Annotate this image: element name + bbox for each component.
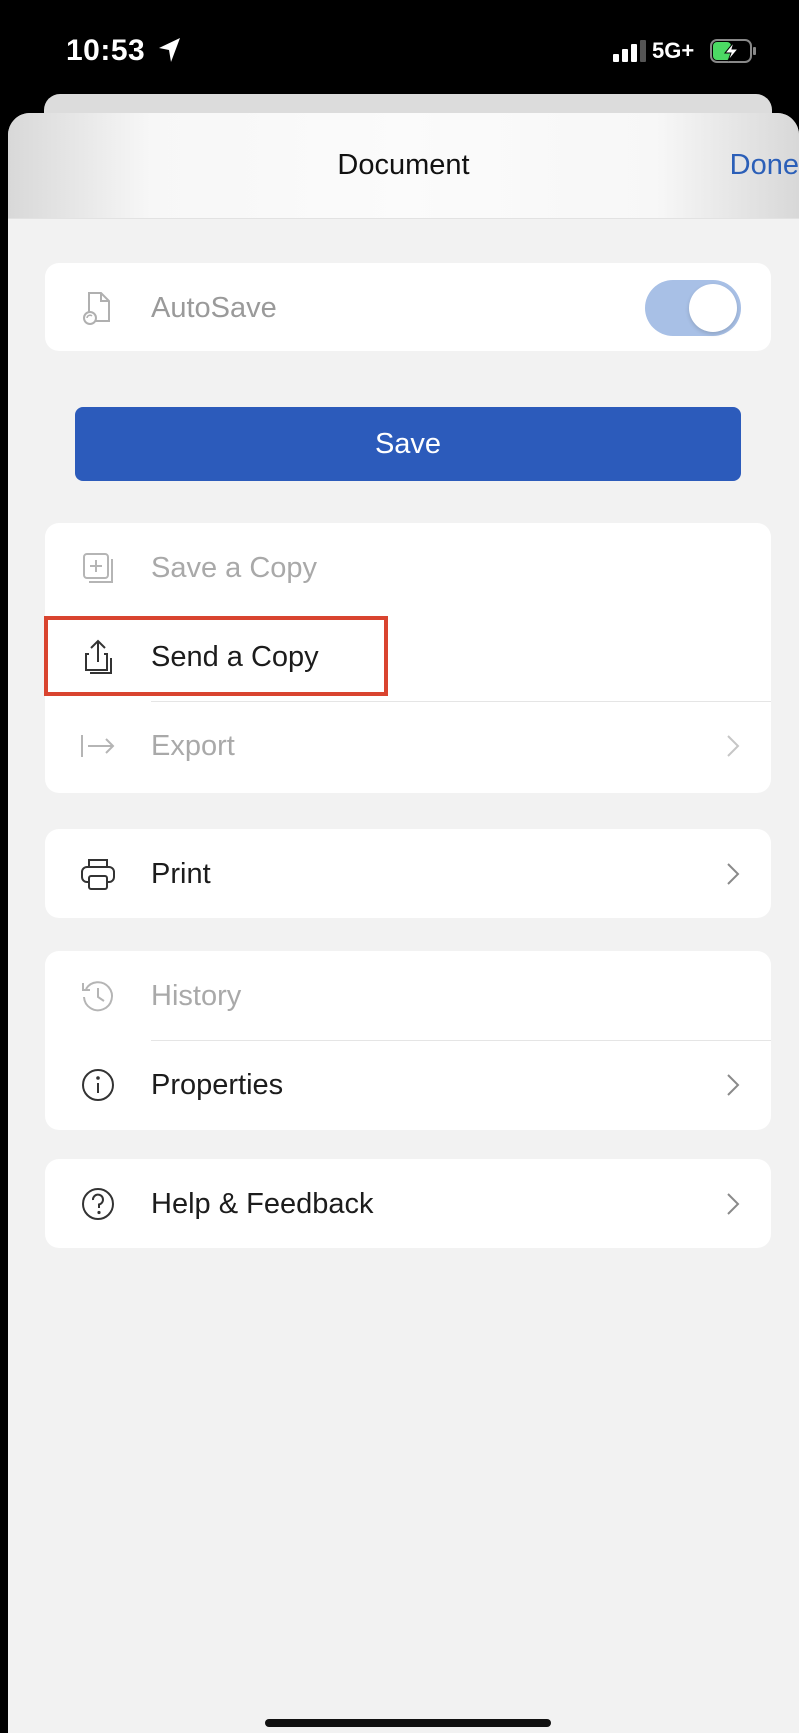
question-icon xyxy=(82,1188,114,1220)
export-label: Export xyxy=(151,730,235,762)
autosave-row: AutoSave xyxy=(45,263,771,351)
help-feedback-label: Help & Feedback xyxy=(151,1188,374,1220)
chevron-right-icon xyxy=(727,1074,740,1096)
save-a-copy-label: Save a Copy xyxy=(151,552,318,584)
history-label: History xyxy=(151,980,242,1012)
export-row[interactable]: Export xyxy=(45,701,771,790)
save-button[interactable]: Save xyxy=(75,407,741,481)
properties-label: Properties xyxy=(151,1069,284,1101)
done-button[interactable]: Done xyxy=(730,149,799,182)
history-row[interactable]: History xyxy=(45,951,771,1040)
chevron-right-icon xyxy=(727,863,740,885)
history-icon xyxy=(82,981,113,1012)
send-a-copy-label: Send a Copy xyxy=(151,641,319,673)
autosave-toggle[interactable] xyxy=(645,280,741,336)
export-arrow-icon xyxy=(81,735,115,757)
chevron-right-icon xyxy=(727,1193,740,1215)
save-a-copy-row[interactable]: Save a Copy xyxy=(45,523,771,612)
autosave-document-icon xyxy=(83,292,110,325)
copy-section-card: Save a Copy Send a Copy Export xyxy=(45,523,771,793)
help-feedback-row[interactable]: Help & Feedback xyxy=(45,1159,771,1248)
print-card: Print xyxy=(45,829,771,918)
info-section-card: History Properties xyxy=(45,951,771,1130)
nav-bar: Document Done xyxy=(8,113,799,219)
battery-charging-icon xyxy=(710,39,756,63)
location-arrow-icon xyxy=(159,38,180,62)
autosave-card: AutoSave xyxy=(45,263,771,351)
share-icon xyxy=(85,639,112,674)
page-title: Document xyxy=(337,149,470,181)
print-row[interactable]: Print xyxy=(45,829,771,918)
chevron-right-icon xyxy=(727,735,740,757)
status-time: 10:53 xyxy=(66,34,146,67)
info-icon xyxy=(82,1069,114,1101)
add-copy-icon xyxy=(83,553,113,583)
printer-icon xyxy=(81,859,115,890)
send-a-copy-row[interactable]: Send a Copy xyxy=(45,612,771,701)
signal-bars-icon xyxy=(613,40,646,62)
properties-row[interactable]: Properties xyxy=(45,1040,771,1129)
help-card: Help & Feedback xyxy=(45,1159,771,1248)
toggle-knob xyxy=(689,284,737,332)
autosave-label: AutoSave xyxy=(151,292,277,324)
document-menu-sheet: Document Done AutoSave Save Save a Copy … xyxy=(8,113,799,1733)
network-type: 5G+ xyxy=(652,38,695,63)
home-indicator[interactable] xyxy=(265,1719,551,1727)
print-label: Print xyxy=(151,858,211,890)
